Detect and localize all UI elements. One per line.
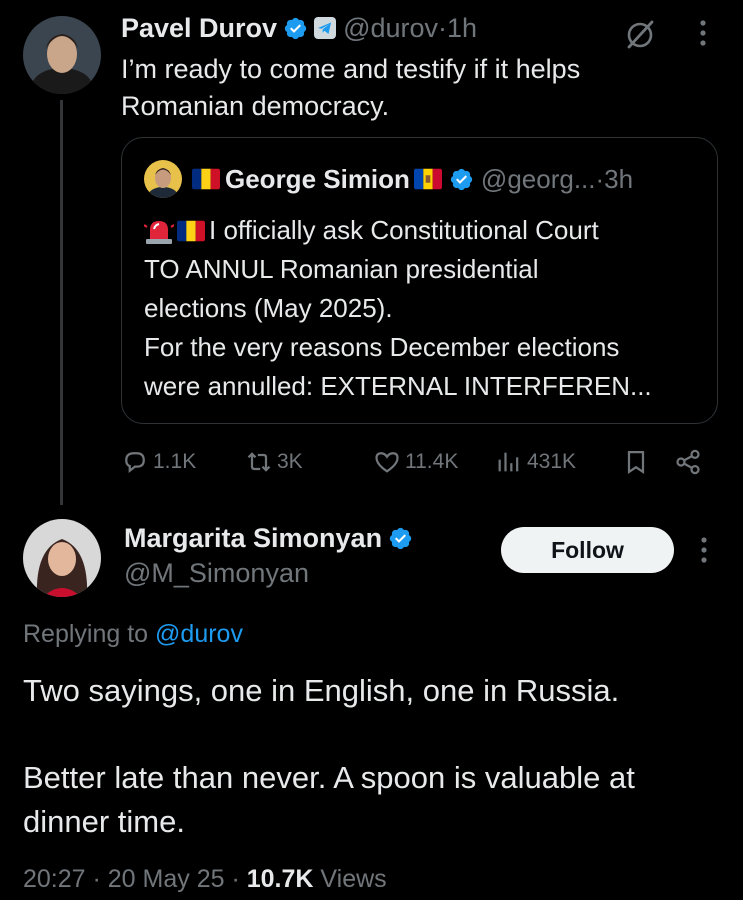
reply-author-header: Margarita Simonyan — [124, 520, 413, 556]
repost-button[interactable]: 3K — [245, 444, 303, 480]
quoted-tweet-text: I officially ask Constitutional Court TO… — [144, 211, 704, 406]
reply-paragraph: Better late than never. A spoon is valua… — [23, 760, 635, 839]
grok-icon[interactable] — [623, 18, 657, 52]
author-name[interactable]: Pavel Durov — [121, 10, 277, 46]
repost-count: 3K — [277, 450, 303, 473]
bookmark-button[interactable] — [622, 444, 654, 480]
siren-emoji-icon — [144, 220, 174, 244]
reply-author-name[interactable]: Margarita Simonyan — [124, 520, 382, 556]
avatar-george-simion — [144, 160, 182, 198]
quoted-text-line: For the very reasons December elections — [144, 332, 620, 362]
verified-badge-icon — [450, 168, 473, 190]
separator: · — [438, 13, 448, 43]
quoted-author-handle: @georg... — [480, 164, 596, 194]
quoted-text-line: elections (May 2025). — [144, 293, 393, 323]
share-icon — [676, 449, 700, 475]
share-button[interactable] — [674, 444, 706, 480]
tweet-action-bar: 1.1K 3K 11.4K 431K — [121, 444, 711, 480]
telegram-badge-icon — [314, 17, 337, 39]
heart-icon — [375, 452, 399, 473]
reply-text: Two sayings, one in English, one in Russ… — [23, 669, 723, 887]
avatar-margarita-simonyan[interactable] — [23, 519, 101, 597]
quoted-text-line: TO ANNUL Romanian presidential — [144, 254, 539, 284]
reply-count: 1.1K — [153, 450, 197, 473]
quoted-text-line: were annulled: EXTERNAL INTERFEREN... — [144, 371, 652, 401]
more-options-icon[interactable] — [696, 535, 712, 565]
page: Pavel Durov @durov · 1h I’m ready to com… — [0, 0, 743, 900]
reply-button[interactable]: 1.1K — [121, 444, 196, 480]
romania-flag-icon — [177, 220, 205, 241]
quoted-author-name: George Simion — [225, 164, 410, 194]
reply-meta: 20:27 · 20 May 25 · 10.7K Views — [23, 865, 387, 893]
quoted-text-line: I officially ask Constitutional Court — [209, 215, 599, 245]
romania-flag-icon — [192, 168, 220, 190]
verified-badge-icon — [284, 17, 307, 39]
like-count: 11.4K — [405, 450, 459, 473]
analytics-icon — [498, 452, 519, 472]
tweet-text-line: I’m ready to come and testify if it help… — [121, 54, 581, 84]
repost-icon — [247, 452, 271, 472]
tweet-header: Pavel Durov @durov · 1h — [121, 10, 477, 46]
reply-date[interactable]: 20 May 25 — [108, 865, 225, 893]
reply-paragraph: Two sayings, one in English, one in Russ… — [23, 673, 620, 708]
like-button[interactable]: 11.4K — [373, 444, 458, 480]
reply-views-count: 10.7K — [246, 865, 314, 893]
author-handle[interactable]: @durov — [343, 10, 438, 46]
timestamp[interactable]: 1h — [447, 10, 477, 46]
replying-to-mention[interactable]: @durov — [155, 620, 243, 648]
bookmark-icon — [627, 450, 645, 474]
more-options-icon[interactable] — [695, 18, 711, 48]
replying-to-label: Replying to — [23, 620, 156, 648]
separator: · — [595, 164, 605, 194]
thread-line — [60, 100, 63, 505]
quoted-timestamp: 3h — [604, 164, 634, 194]
tweet-text: I’m ready to come and testify if it help… — [121, 51, 681, 125]
verified-badge-icon — [389, 527, 412, 549]
quoted-tweet-card[interactable]: George Simion @georg... · 3h I officiall… — [121, 137, 718, 424]
views-button[interactable]: 431K — [495, 444, 576, 480]
follow-button[interactable]: Follow — [501, 527, 674, 573]
quoted-tweet-header: George Simion @georg... · 3h — [144, 160, 633, 198]
avatar-pavel-durov[interactable] — [23, 16, 101, 94]
reply-icon — [125, 452, 145, 474]
reply-time[interactable]: 20:27 — [23, 865, 86, 893]
moldova-flag-icon — [413, 168, 442, 190]
tweet-text-line: Romanian democracy. — [121, 91, 390, 121]
reply-views-label: Views — [320, 865, 387, 893]
replying-to: Replying to @durov — [23, 617, 243, 651]
view-count: 431K — [527, 450, 577, 473]
reply-author-handle[interactable]: @M_Simonyan — [124, 556, 309, 590]
